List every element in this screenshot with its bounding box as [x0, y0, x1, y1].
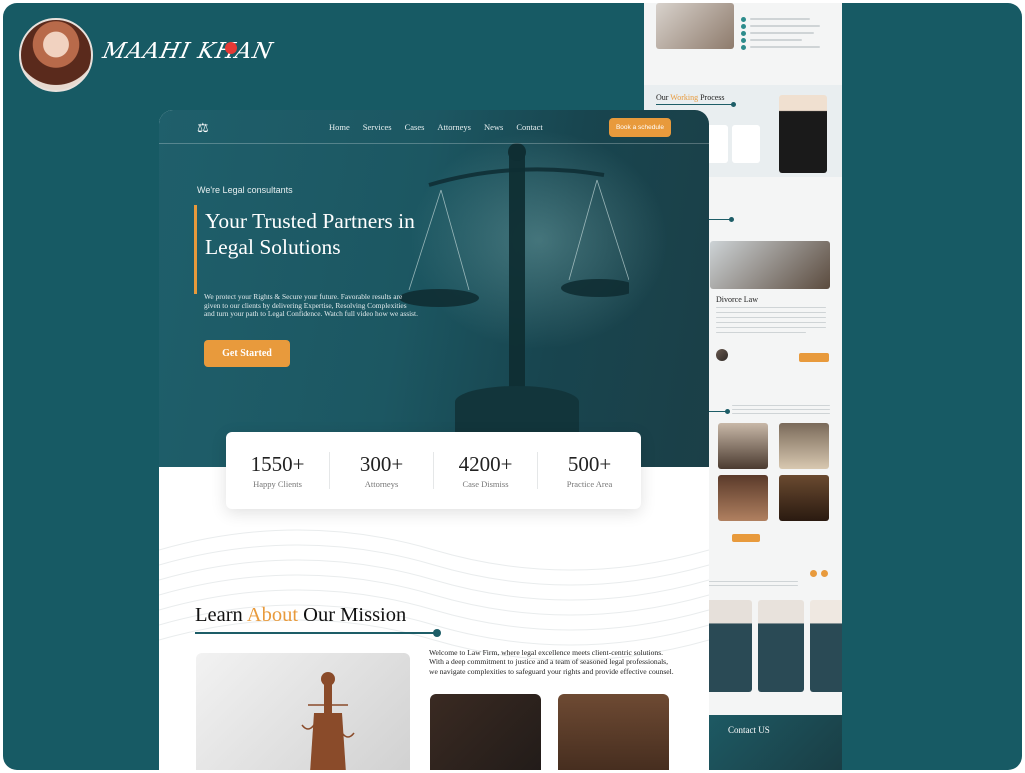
- text-line: [708, 581, 798, 582]
- next-arrow-icon[interactable]: [821, 570, 828, 577]
- text-line: [750, 46, 820, 48]
- mission-text: Welcome to Law Firm, where legal excelle…: [429, 648, 674, 676]
- stat-value: 500+: [567, 452, 612, 476]
- attorney-card[interactable]: [810, 600, 842, 692]
- nav-link-cases[interactable]: Cases: [405, 122, 425, 132]
- stat-label: Case Dismiss: [462, 479, 509, 489]
- practice-card[interactable]: [779, 423, 829, 469]
- check-icon: [741, 17, 746, 22]
- text-line: [750, 25, 820, 27]
- showcase-frame: MAAHI KHAN Our Working Process Divorce L…: [3, 3, 1022, 770]
- process-rule: [656, 102, 736, 107]
- text-line: [716, 307, 826, 308]
- lady-justice-icon: [301, 672, 355, 770]
- text-line: [750, 39, 802, 41]
- practice-button[interactable]: [732, 534, 760, 542]
- chess-pieces-image: [430, 694, 541, 770]
- section-rule: [708, 409, 730, 414]
- book-schedule-button[interactable]: Book a schedule: [609, 118, 671, 137]
- check-icon: [741, 45, 746, 50]
- hero-accent-bar: [194, 205, 197, 294]
- stat-item: 4200+ Case Dismiss: [434, 452, 538, 489]
- stat-value: 4200+: [458, 452, 513, 476]
- prev-arrow-icon[interactable]: [810, 570, 817, 577]
- stat-label: Happy Clients: [253, 479, 302, 489]
- signature-dot: [225, 42, 237, 54]
- text-line: [716, 317, 826, 318]
- mission-title-accent: About: [246, 604, 299, 626]
- author-signature: MAAHI KHAN: [100, 39, 276, 64]
- top-nav: ⚖ Home Services Cases Attorneys News Con…: [159, 110, 709, 144]
- nav-link-services[interactable]: Services: [363, 122, 392, 132]
- mission-title: Learn About Our Mission: [195, 604, 406, 627]
- stat-value: 300+: [359, 452, 404, 476]
- front-page-preview: ⚖ Home Services Cases Attorneys News Con…: [159, 110, 709, 770]
- practice-card[interactable]: [718, 475, 768, 521]
- mission-rule: [195, 629, 441, 637]
- text-line: [750, 32, 814, 34]
- gavel-image: [656, 3, 734, 49]
- author-thumb: [716, 349, 728, 361]
- nav-links: Home Services Cases Attorneys News Conta…: [329, 122, 543, 132]
- lady-justice-image: [196, 653, 410, 770]
- get-started-button[interactable]: Get Started: [204, 340, 290, 367]
- practice-card[interactable]: [779, 475, 829, 521]
- stats-card: 1550+ Happy Clients 300+ Attorneys 4200+…: [226, 432, 641, 509]
- text-line: [708, 585, 798, 586]
- nav-link-home[interactable]: Home: [329, 122, 350, 132]
- nav-link-news[interactable]: News: [484, 122, 503, 132]
- stat-label: Attorneys: [364, 479, 399, 489]
- hero-tagline: We're Legal consultants: [197, 185, 293, 195]
- stat-item: 300+ Attorneys: [330, 452, 434, 489]
- contact-section: [704, 715, 842, 770]
- attorney-card[interactable]: [758, 600, 804, 692]
- nav-link-contact[interactable]: Contact: [516, 122, 542, 132]
- section-rule: [708, 217, 734, 222]
- scales-logo-icon[interactable]: ⚖: [197, 120, 209, 136]
- text-line: [732, 405, 830, 406]
- text-line: [716, 322, 826, 323]
- hero-section: ⚖ Home Services Cases Attorneys News Con…: [159, 110, 709, 467]
- text-line: [716, 312, 826, 313]
- author-avatar: [19, 18, 93, 92]
- text-line: [732, 409, 830, 410]
- contact-title: Contact US: [728, 725, 770, 735]
- nav-link-attorneys[interactable]: Attorneys: [437, 122, 471, 132]
- text-line: [750, 18, 810, 20]
- mission-title-pre: Learn: [195, 604, 247, 626]
- hero-title: Your Trusted Partners in Legal Solutions: [205, 209, 415, 259]
- process-card: [732, 125, 760, 163]
- stat-item: 500+ Practice Area: [538, 452, 641, 489]
- scales-of-justice-icon: [399, 143, 629, 432]
- process-title: Our Working Process: [656, 93, 725, 102]
- check-icon: [741, 31, 746, 36]
- stat-item: 1550+ Happy Clients: [226, 452, 330, 489]
- attorney-photo: [779, 95, 827, 173]
- check-icon: [741, 38, 746, 43]
- case-title: Divorce Law: [716, 295, 758, 304]
- case-image: [710, 241, 830, 289]
- case-button[interactable]: [799, 353, 829, 362]
- stat-label: Practice Area: [566, 479, 613, 489]
- hero-description: We protect your Rights & Secure your fut…: [204, 292, 418, 319]
- check-icon: [741, 24, 746, 29]
- courtroom-image: [558, 694, 669, 770]
- attorney-card[interactable]: [706, 600, 752, 692]
- text-line: [716, 332, 806, 333]
- practice-card[interactable]: [718, 423, 768, 469]
- text-line: [716, 327, 826, 328]
- stat-value: 1550+: [250, 452, 305, 476]
- text-line: [732, 413, 830, 414]
- mission-title-post: Our Mission: [298, 604, 407, 626]
